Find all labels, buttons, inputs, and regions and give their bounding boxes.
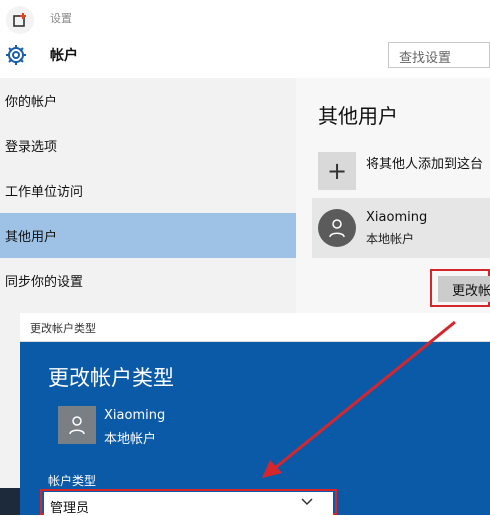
- sidebar-item-sign-in-options[interactable]: 登录选项: [0, 123, 296, 168]
- back-button[interactable]: [6, 6, 34, 34]
- window-title: 设置: [50, 12, 72, 25]
- chevron-down-icon: [301, 498, 313, 506]
- dialog-user-name: Xiaoming: [104, 408, 166, 423]
- user-avatar-icon: [58, 406, 96, 444]
- search-input[interactable]: 查找设置: [388, 42, 490, 68]
- sidebar-item-label: 同步你的设置: [5, 275, 84, 290]
- selected-value: 管理员: [50, 501, 90, 516]
- dialog-window-title: 更改帐户类型: [30, 322, 96, 335]
- sidebar-item-label: 工作单位访问: [5, 185, 84, 200]
- sidebar-item-your-account[interactable]: 你的帐户: [0, 78, 296, 123]
- sidebar-item-sync-settings[interactable]: 同步你的设置: [0, 258, 296, 303]
- section-title: 其他用户: [318, 104, 398, 128]
- background-strip: [0, 488, 20, 515]
- account-type-select[interactable]: 管理员: [44, 492, 333, 516]
- gear-icon: [6, 45, 26, 65]
- dialog-title-bar: 更改帐户类型: [20, 313, 490, 342]
- dialog-heading: 更改帐户类型: [48, 366, 174, 390]
- dialog-user-type: 本地帐户: [104, 432, 157, 447]
- sidebar-item-label: 其他用户: [5, 230, 58, 245]
- change-account-type-button[interactable]: 更改帐: [438, 276, 490, 302]
- user-account-type: 本地帐户: [366, 232, 415, 246]
- sidebar-item-other-users[interactable]: 其他用户: [0, 213, 296, 258]
- user-name: Xiaoming: [366, 210, 428, 225]
- sidebar-item-work-access[interactable]: 工作单位访问: [0, 168, 296, 213]
- account-type-label: 帐户类型: [48, 474, 97, 488]
- page-title: 帐户: [50, 48, 78, 64]
- title-bar: [0, 0, 490, 34]
- sidebar-item-label: 登录选项: [5, 140, 58, 155]
- add-user-label[interactable]: 将其他人添加到这台: [366, 153, 483, 172]
- button-label: 更改帐: [452, 284, 490, 299]
- search-placeholder: 查找设置: [399, 51, 452, 66]
- user-avatar-icon: [318, 209, 356, 247]
- back-icon: [13, 13, 26, 27]
- plus-icon: +: [326, 157, 348, 185]
- add-user-button[interactable]: +: [318, 152, 356, 190]
- sidebar-item-label: 你的帐户: [5, 95, 58, 110]
